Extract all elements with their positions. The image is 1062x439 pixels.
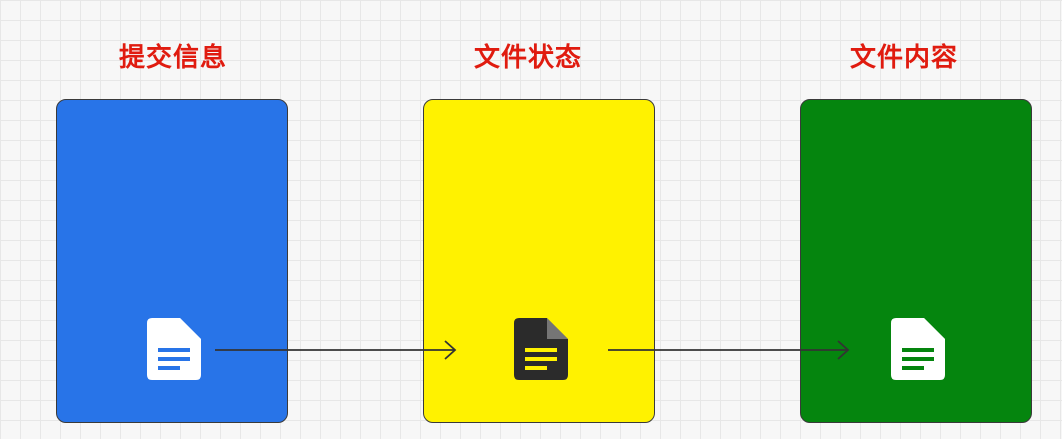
arrow-commit-to-status xyxy=(215,340,457,360)
arrow-status-to-content xyxy=(608,340,850,360)
connectors xyxy=(215,340,850,360)
